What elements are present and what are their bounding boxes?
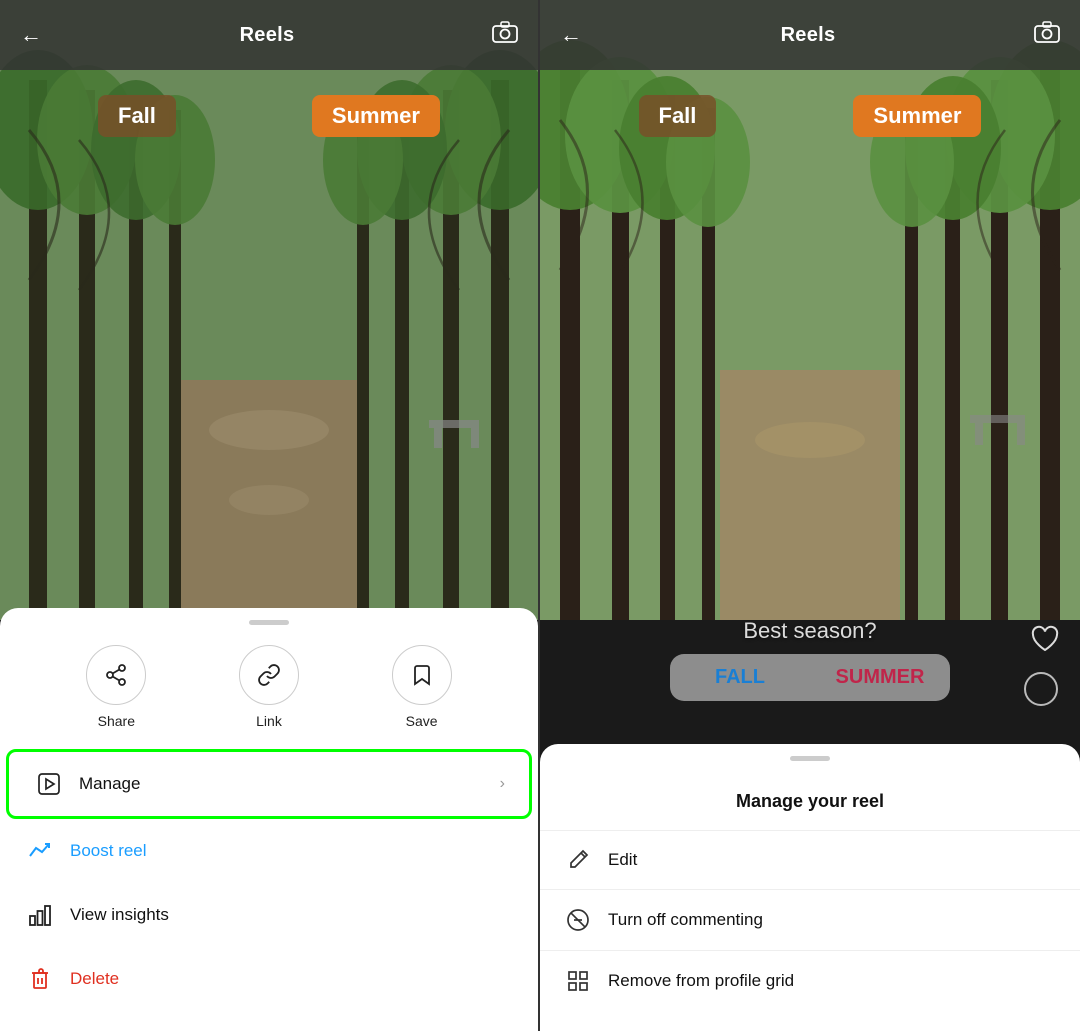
right-nav-title: Reels — [781, 24, 836, 47]
poll-option-summer[interactable]: SUMMER — [810, 654, 950, 701]
save-button-item[interactable]: Save — [392, 645, 452, 729]
left-panel: ← Reels — [0, 0, 540, 1031]
delete-menu-row[interactable]: Delete — [0, 947, 538, 1011]
manage-chevron: › — [500, 775, 505, 793]
link-label: Link — [256, 713, 282, 729]
poll-options[interactable]: FALL SUMMER — [670, 654, 950, 701]
left-season-tags: Fall Summer — [0, 95, 538, 137]
remove-grid-label: Remove from profile grid — [608, 971, 794, 991]
remove-grid-manage-row[interactable]: Remove from profile grid — [540, 951, 1080, 1011]
poll-option-fall[interactable]: FALL — [670, 654, 810, 701]
heart-icon[interactable] — [1030, 625, 1060, 661]
save-label: Save — [406, 713, 438, 729]
poll-area: Best season? FALL SUMMER — [540, 618, 1080, 701]
boost-icon — [24, 835, 56, 867]
icon-buttons-row: Share Link Save — [0, 645, 538, 729]
commenting-label: Turn off commenting — [608, 910, 763, 930]
delete-label: Delete — [70, 969, 119, 989]
right-manage-sheet: Manage your reel Edit Turn off c — [540, 744, 1080, 1031]
edit-manage-row[interactable]: Edit — [540, 831, 1080, 889]
right-tag-fall: Fall — [639, 95, 717, 137]
right-camera-icon[interactable] — [1034, 21, 1060, 49]
right-tag-summer: Summer — [853, 95, 981, 137]
poll-question: Best season? — [743, 618, 876, 644]
circle-icon — [1024, 672, 1058, 706]
manage-label: Manage — [79, 774, 140, 794]
manage-sheet-title: Manage your reel — [540, 781, 1080, 830]
edit-label: Edit — [608, 850, 637, 870]
edit-icon — [564, 849, 592, 871]
right-season-tags: Fall Summer — [540, 95, 1080, 137]
manage-menu-row[interactable]: Manage › — [6, 749, 532, 819]
left-bottom-sheet: Share Link Save — [0, 608, 538, 1031]
right-panel: ← Reels — [540, 0, 1080, 1031]
save-icon-circle — [392, 645, 452, 705]
left-camera-icon[interactable] — [492, 21, 518, 49]
boost-label: Boost reel — [70, 841, 147, 861]
boost-menu-row[interactable]: Boost reel — [0, 819, 538, 883]
left-tag-fall: Fall — [98, 95, 176, 137]
left-nav-title: Reels — [240, 24, 295, 47]
link-icon-circle — [239, 645, 299, 705]
right-nav-bar: ← Reels — [540, 0, 1080, 70]
share-icon-circle — [86, 645, 146, 705]
left-tag-summer: Summer — [312, 95, 440, 137]
left-nav-bar: ← Reels — [0, 0, 538, 70]
left-back-button[interactable]: ← — [20, 22, 42, 48]
commenting-icon — [564, 908, 592, 932]
right-back-button[interactable]: ← — [560, 22, 582, 48]
insights-label: View insights — [70, 905, 169, 925]
manage-icon — [33, 768, 65, 800]
commenting-manage-row[interactable]: Turn off commenting — [540, 890, 1080, 950]
link-button-item[interactable]: Link — [239, 645, 299, 729]
grid-icon — [564, 969, 592, 993]
share-label: Share — [98, 713, 135, 729]
insights-icon — [24, 899, 56, 931]
share-button-item[interactable]: Share — [86, 645, 146, 729]
left-background — [0, 0, 538, 620]
right-background — [540, 0, 1080, 620]
insights-menu-row[interactable]: View insights — [0, 883, 538, 947]
right-sheet-handle — [790, 756, 830, 761]
delete-icon — [24, 963, 56, 995]
sheet-handle — [249, 620, 289, 625]
